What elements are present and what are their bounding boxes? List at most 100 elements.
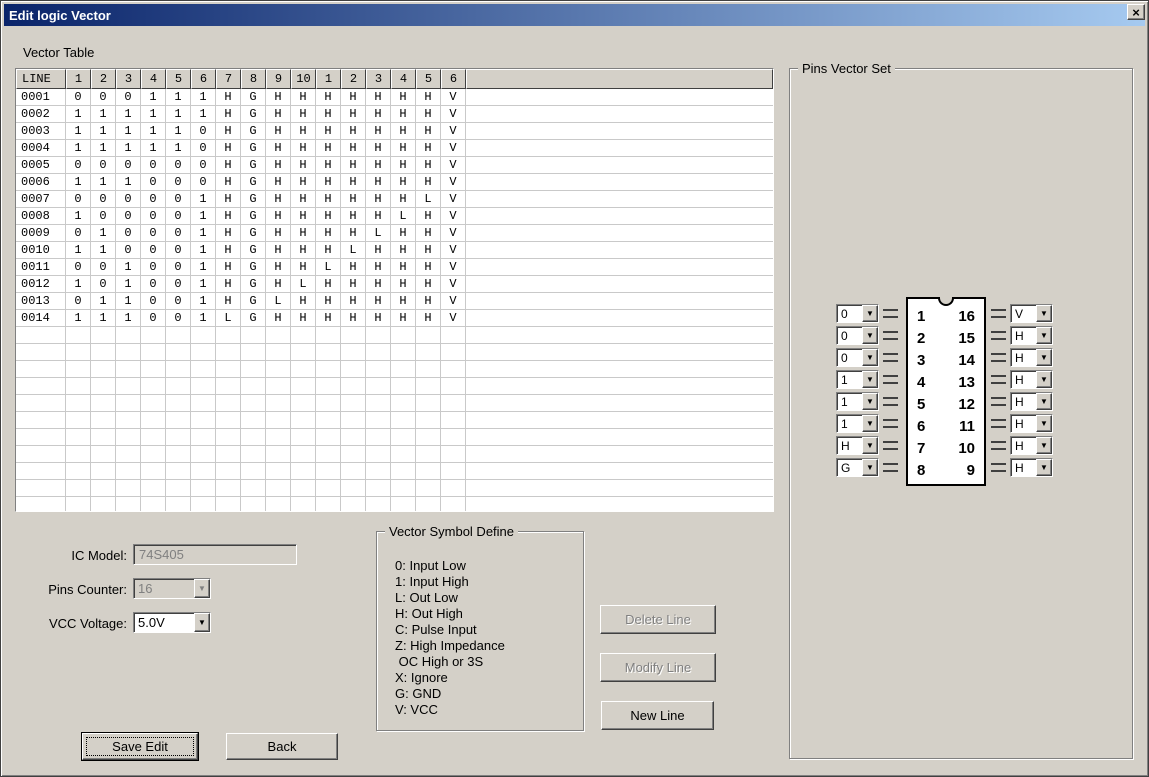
- pin-row-right: V▼: [987, 304, 1053, 323]
- vector-cell: [316, 378, 341, 395]
- vector-cell: [316, 480, 341, 497]
- chevron-down-icon[interactable]: ▼: [1036, 459, 1052, 476]
- vector-cell: H: [216, 242, 241, 259]
- vector-cell: [141, 395, 166, 412]
- vector-cell: [391, 344, 416, 361]
- chevron-down-icon[interactable]: ▼: [862, 393, 878, 410]
- table-row[interactable]: 0011001001HGHHLHHHHV: [16, 259, 773, 276]
- pin-11-dropdown[interactable]: H▼: [1010, 414, 1053, 433]
- vector-cell: [291, 344, 316, 361]
- table-body[interactable]: 0001000111HGHHHHHHHV0002111111HGHHHHHHHV…: [16, 89, 773, 512]
- save-edit-button[interactable]: Save Edit: [82, 733, 198, 760]
- vector-cell: [316, 344, 341, 361]
- chevron-down-icon[interactable]: ▼: [862, 349, 878, 366]
- vector-cell: 1: [66, 140, 91, 157]
- vcc-voltage-dropdown[interactable]: 5.0V ▼: [133, 612, 211, 633]
- row-filler: [466, 395, 773, 412]
- vector-cell: H: [366, 242, 391, 259]
- chevron-down-icon[interactable]: ▼: [1036, 393, 1052, 410]
- vector-cell: H: [291, 208, 316, 225]
- vector-cell: 0: [91, 276, 116, 293]
- pin-12-dropdown[interactable]: H▼: [1010, 392, 1053, 411]
- vector-cell: H: [291, 242, 316, 259]
- table-row[interactable]: 0012101001HGHLHHHHHV: [16, 276, 773, 293]
- table-row[interactable]: 0001000111HGHHHHHHHV: [16, 89, 773, 106]
- table-row[interactable]: 0008100001HGHHHHHLHV: [16, 208, 773, 225]
- pin-8-dropdown[interactable]: G▼: [836, 458, 879, 477]
- chevron-down-icon[interactable]: ▼: [1036, 327, 1052, 344]
- pin-3-dropdown[interactable]: 0▼: [836, 348, 879, 367]
- chevron-down-icon[interactable]: ▼: [862, 415, 878, 432]
- vcc-voltage-value: 5.0V: [134, 613, 194, 632]
- table-row[interactable]: 0014111001LGHHHHHHHV: [16, 310, 773, 327]
- table-row[interactable]: 0013011001HGLHHHHHHV: [16, 293, 773, 310]
- pin-9-dropdown[interactable]: H▼: [1010, 458, 1053, 477]
- vector-table[interactable]: LINE12345678910123456 0001000111HGHHHHHH…: [15, 68, 774, 512]
- chevron-down-icon[interactable]: ▼: [862, 459, 878, 476]
- vector-cell: [191, 497, 216, 512]
- table-row[interactable]: 0004111110HGHHHHHHHV: [16, 140, 773, 157]
- pin-1-dropdown[interactable]: 0▼: [836, 304, 879, 323]
- vector-cell: H: [216, 174, 241, 191]
- vector-cell: [191, 412, 216, 429]
- vector-cell: H: [416, 208, 441, 225]
- chevron-down-icon[interactable]: ▼: [1036, 415, 1052, 432]
- ic-model-label: IC Model:: [21, 548, 127, 563]
- pin-14-dropdown[interactable]: H▼: [1010, 348, 1053, 367]
- pin-7-dropdown[interactable]: H▼: [836, 436, 879, 455]
- pin-10-dropdown[interactable]: H▼: [1010, 436, 1053, 455]
- line-number-cell: 0012: [16, 276, 66, 293]
- vector-cell: [216, 378, 241, 395]
- chevron-down-icon[interactable]: ▼: [1036, 371, 1052, 388]
- chevron-down-icon[interactable]: ▼: [862, 327, 878, 344]
- vector-cell: [216, 497, 241, 512]
- vector-cell: G: [241, 310, 266, 327]
- vector-cell: [116, 446, 141, 463]
- chevron-down-icon[interactable]: ▼: [862, 437, 878, 454]
- header-pin-col: 3: [366, 69, 391, 89]
- table-row[interactable]: 0003111110HGHHHHHHHV: [16, 123, 773, 140]
- pin-16-dropdown[interactable]: V▼: [1010, 304, 1053, 323]
- left-pin-combos: 0▼0▼0▼1▼1▼1▼H▼G▼: [836, 304, 902, 480]
- vector-cell: 0: [116, 191, 141, 208]
- table-row[interactable]: 0009010001HGHHHHLHHV: [16, 225, 773, 242]
- table-row[interactable]: 0005000000HGHHHHHHHV: [16, 157, 773, 174]
- vector-cell: [91, 412, 116, 429]
- chevron-down-icon[interactable]: ▼: [862, 305, 878, 322]
- vector-cell: H: [391, 259, 416, 276]
- pin-4-dropdown[interactable]: 1▼: [836, 370, 879, 389]
- chevron-down-icon[interactable]: ▼: [1036, 349, 1052, 366]
- table-row[interactable]: 0002111111HGHHHHHHHV: [16, 106, 773, 123]
- vector-cell: H: [291, 293, 316, 310]
- chevron-down-icon[interactable]: ▼: [194, 613, 210, 632]
- line-number-cell: [16, 497, 66, 512]
- vector-cell: [366, 327, 391, 344]
- pin-lead-icon: [883, 463, 898, 472]
- pin-combo-value: G: [837, 459, 862, 476]
- pin-13-dropdown[interactable]: H▼: [1010, 370, 1053, 389]
- vector-cell: [416, 361, 441, 378]
- new-line-button[interactable]: New Line: [601, 701, 714, 730]
- table-row[interactable]: 0007000001HGHHHHHHLV: [16, 191, 773, 208]
- close-button[interactable]: ×: [1127, 4, 1145, 20]
- pin-row-left: 1▼: [836, 414, 902, 433]
- chevron-down-icon[interactable]: ▼: [862, 371, 878, 388]
- vector-cell: [366, 378, 391, 395]
- table-row[interactable]: 0006111000HGHHHHHHHV: [16, 174, 773, 191]
- table-row[interactable]: 0010110001HGHHHLHHHV: [16, 242, 773, 259]
- vector-cell: [416, 378, 441, 395]
- vector-cell: [91, 463, 116, 480]
- vector-cell: 0: [191, 174, 216, 191]
- pin-5-dropdown[interactable]: 1▼: [836, 392, 879, 411]
- vector-cell: [416, 412, 441, 429]
- pin-6-dropdown[interactable]: 1▼: [836, 414, 879, 433]
- header-pin-col: 3: [116, 69, 141, 89]
- vector-cell: [341, 327, 366, 344]
- back-button[interactable]: Back: [226, 733, 338, 760]
- title-bar[interactable]: Edit logic Vector: [4, 4, 1145, 26]
- chevron-down-icon[interactable]: ▼: [1036, 305, 1052, 322]
- pin-15-dropdown[interactable]: H▼: [1010, 326, 1053, 345]
- pin-2-dropdown[interactable]: 0▼: [836, 326, 879, 345]
- chevron-down-icon[interactable]: ▼: [1036, 437, 1052, 454]
- vector-cell: 1: [191, 225, 216, 242]
